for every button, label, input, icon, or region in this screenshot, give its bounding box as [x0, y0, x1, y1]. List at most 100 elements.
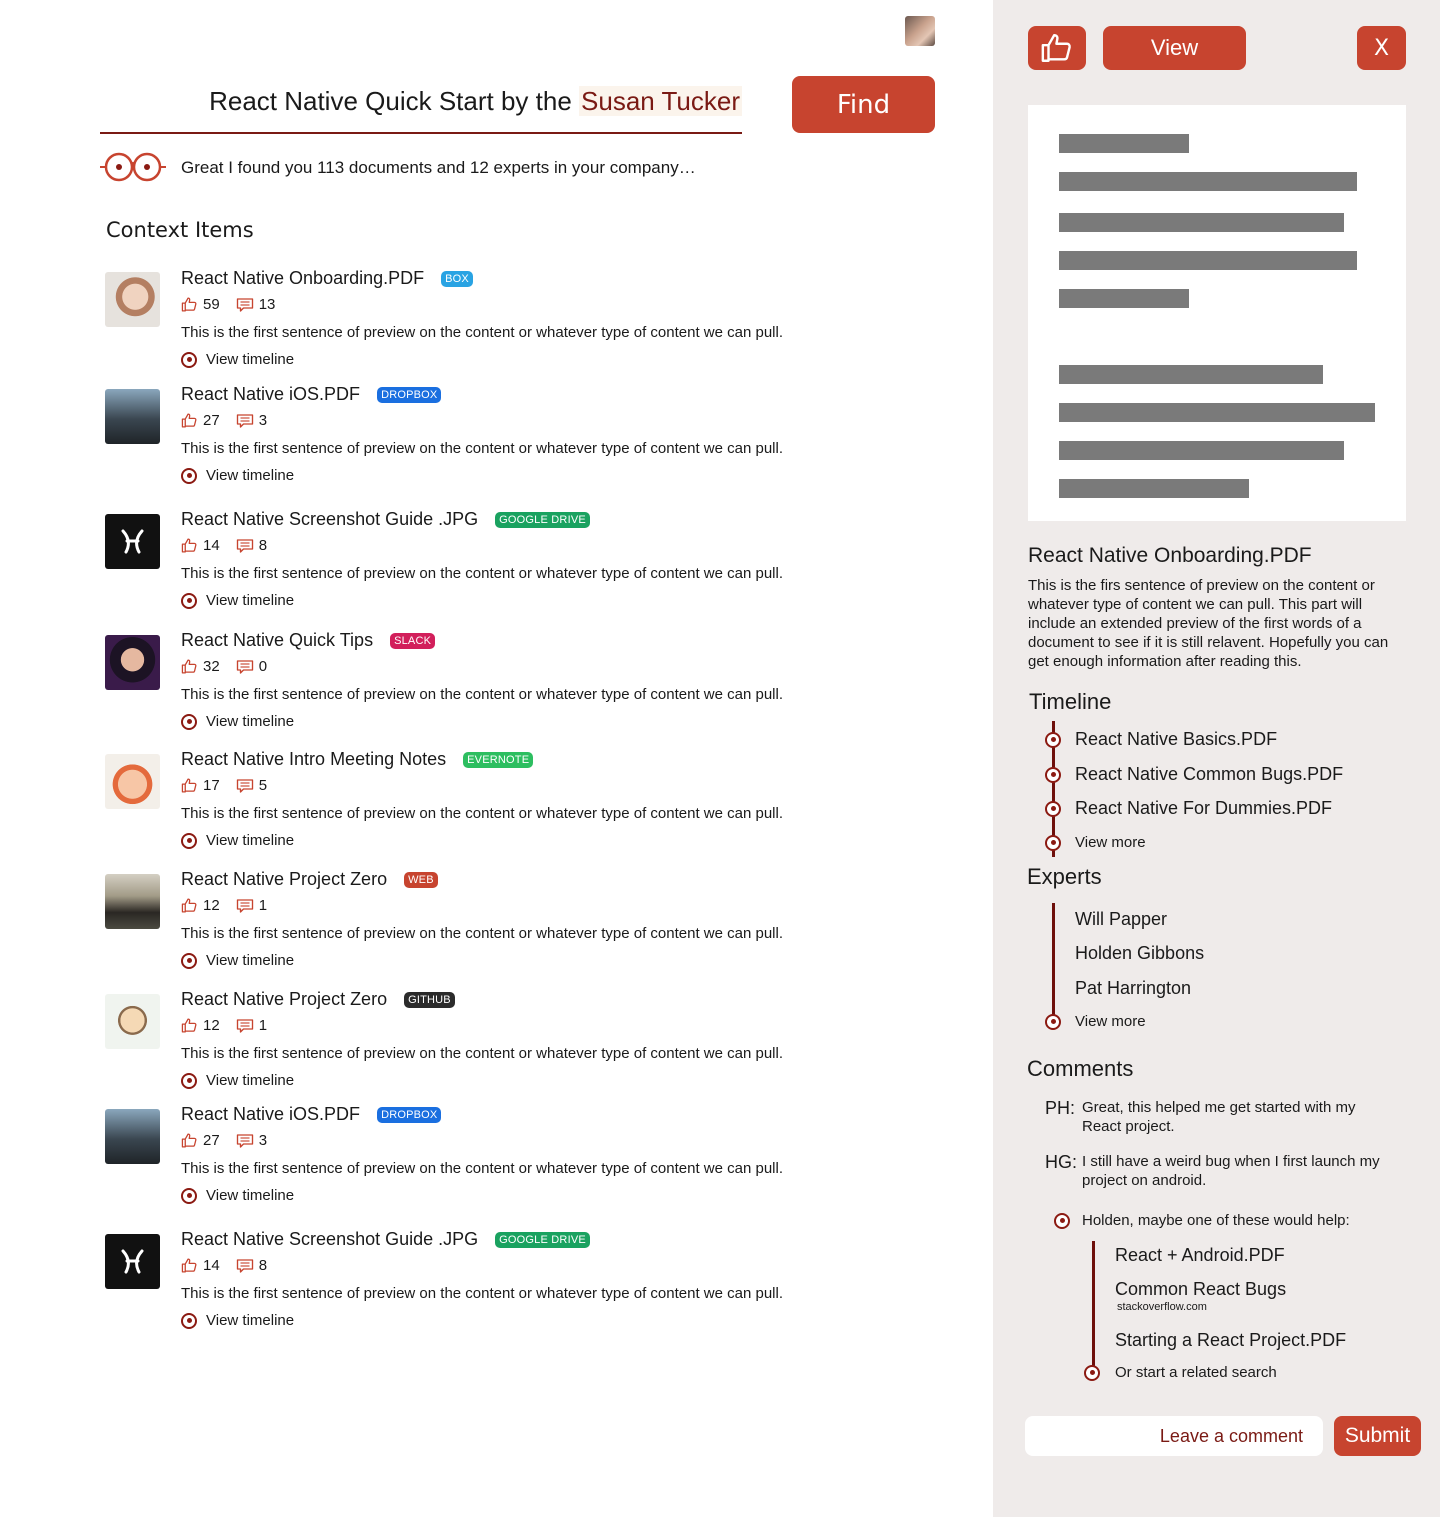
- view-timeline-label: View timeline: [206, 467, 295, 484]
- item-title[interactable]: React Native Onboarding.PDF: [181, 268, 424, 289]
- comment-input[interactable]: [1025, 1416, 1323, 1456]
- view-timeline-label: View timeline: [206, 351, 295, 368]
- context-item[interactable]: React Native Project Zero WEB 12 1 This is t…: [0, 869, 993, 981]
- expert-name[interactable]: Pat Harrington: [1075, 978, 1191, 999]
- view-timeline-link[interactable]: View timeline: [181, 1187, 294, 1204]
- context-item[interactable]: React Native Screenshot Guide .JPG GOOGLE…: [0, 1229, 993, 1341]
- item-title[interactable]: React Native iOS.PDF: [181, 1104, 360, 1125]
- item-preview-text: This is the first sentence of preview on…: [181, 805, 783, 822]
- item-title[interactable]: React Native Screenshot Guide .JPG: [181, 509, 478, 530]
- timeline-item[interactable]: React Native For Dummies.PDF: [1045, 798, 1332, 819]
- comment-count[interactable]: 5: [236, 777, 267, 794]
- close-button[interactable]: X: [1357, 26, 1406, 70]
- item-title[interactable]: React Native iOS.PDF: [181, 384, 360, 405]
- related-search-link[interactable]: Or start a related search: [1084, 1364, 1277, 1381]
- comment-count[interactable]: 3: [236, 412, 267, 429]
- suggestion-link[interactable]: Common React Bugs: [1115, 1279, 1286, 1300]
- view-timeline-link[interactable]: View timeline: [181, 592, 294, 609]
- related-search-label: Or start a related search: [1115, 1364, 1277, 1381]
- like-count[interactable]: 12: [181, 897, 220, 914]
- comment-count[interactable]: 0: [236, 658, 267, 675]
- comment-initials: PH:: [1045, 1098, 1076, 1118]
- query-highlight[interactable]: Susan Tucker: [579, 86, 742, 116]
- status-line: Great I found you 113 documents and 12 e…: [100, 152, 696, 182]
- preview-line: [1059, 289, 1189, 308]
- item-title[interactable]: React Native Project Zero: [181, 869, 387, 890]
- timeline-dot-icon: [1045, 766, 1061, 783]
- like-count[interactable]: 17: [181, 777, 220, 794]
- submit-button[interactable]: Submit: [1334, 1416, 1421, 1456]
- view-timeline-link[interactable]: View timeline: [181, 832, 294, 849]
- context-item[interactable]: React Native iOS.PDF DROPBOX 27 3 This is th…: [0, 1104, 993, 1216]
- like-count[interactable]: 32: [181, 658, 220, 675]
- view-more-label: View more: [1075, 834, 1146, 851]
- document-preview[interactable]: [1028, 105, 1406, 521]
- item-title[interactable]: React Native Project Zero: [181, 989, 387, 1010]
- context-item[interactable]: React Native Quick Tips SLACK 32 0 This is t…: [0, 630, 993, 742]
- context-item[interactable]: React Native Onboarding.PDF BOX 59 13 This i…: [0, 268, 993, 380]
- like-count-value: 27: [203, 412, 220, 429]
- search-query-field[interactable]: React Native Quick Start by the Susan Tu…: [100, 82, 742, 134]
- like-button[interactable]: [1028, 26, 1086, 70]
- suggestion-link[interactable]: React + Android.PDF: [1115, 1245, 1285, 1266]
- like-count-value: 12: [203, 1017, 220, 1034]
- view-timeline-link[interactable]: View timeline: [181, 952, 294, 969]
- item-preview-text: This is the first sentence of preview on…: [181, 565, 783, 582]
- view-timeline-label: View timeline: [206, 592, 295, 609]
- item-title[interactable]: React Native Screenshot Guide .JPG: [181, 1229, 478, 1250]
- comment-count[interactable]: 3: [236, 1132, 267, 1149]
- like-count[interactable]: 27: [181, 412, 220, 429]
- timeline-item[interactable]: React Native Common Bugs.PDF: [1045, 764, 1343, 785]
- item-title[interactable]: React Native Quick Tips: [181, 630, 373, 651]
- item-preview-text: This is the first sentence of preview on…: [181, 1045, 783, 1062]
- timeline-view-more[interactable]: View more: [1045, 834, 1146, 851]
- view-timeline-label: View timeline: [206, 1072, 295, 1089]
- item-title[interactable]: React Native Intro Meeting Notes: [181, 749, 446, 770]
- suggestion-link[interactable]: Starting a React Project.PDF: [1115, 1330, 1346, 1351]
- context-item[interactable]: React Native iOS.PDF DROPBOX 27 3 This is th…: [0, 384, 993, 496]
- comment-text: Great, this helped me get started with m…: [1082, 1099, 1356, 1135]
- like-count[interactable]: 14: [181, 1257, 220, 1274]
- item-thumbnail: [105, 874, 160, 929]
- expert-name[interactable]: Holden Gibbons: [1075, 943, 1204, 964]
- item-thumbnail: [105, 389, 160, 444]
- item-preview-text: This is the first sentence of preview on…: [181, 1285, 783, 1302]
- experts-view-more[interactable]: View more: [1045, 1013, 1146, 1030]
- view-timeline-link[interactable]: View timeline: [181, 713, 294, 730]
- view-more-label: View more: [1075, 1013, 1146, 1030]
- comment-icon: [236, 659, 253, 674]
- context-item[interactable]: React Native Intro Meeting Notes EVERNOTE…: [0, 749, 993, 861]
- view-timeline-link[interactable]: View timeline: [181, 1072, 294, 1089]
- comment-count[interactable]: 8: [236, 1257, 267, 1274]
- preview-line: [1059, 251, 1357, 270]
- comment-count[interactable]: 8: [236, 537, 267, 554]
- view-timeline-link[interactable]: View timeline: [181, 1312, 294, 1329]
- like-count-value: 12: [203, 897, 220, 914]
- context-item[interactable]: React Native Project Zero GITHUB 12 1 This i…: [0, 989, 993, 1101]
- comment-count[interactable]: 1: [236, 1017, 267, 1034]
- user-avatar[interactable]: [905, 16, 935, 46]
- like-count-value: 32: [203, 658, 220, 675]
- comment-count-value: 3: [258, 412, 268, 429]
- comment-count[interactable]: 13: [236, 296, 275, 313]
- thumbs-up-icon: [181, 898, 197, 913]
- comment-count-value: 5: [258, 777, 268, 794]
- source-badge: DROPBOX: [377, 386, 442, 403]
- like-count-value: 27: [203, 1132, 220, 1149]
- timeline-item[interactable]: React Native Basics.PDF: [1045, 729, 1277, 750]
- like-count[interactable]: 12: [181, 1017, 220, 1034]
- like-count[interactable]: 27: [181, 1132, 220, 1149]
- view-button[interactable]: View: [1103, 26, 1246, 70]
- expert-name[interactable]: Will Papper: [1075, 909, 1167, 930]
- comment-count[interactable]: 1: [236, 897, 267, 914]
- find-button[interactable]: Find: [792, 76, 935, 133]
- document-title: React Native Onboarding.PDF: [1028, 544, 1312, 567]
- thumbs-up-icon: [181, 1133, 197, 1148]
- like-count[interactable]: 59: [181, 296, 220, 313]
- view-timeline-link[interactable]: View timeline: [181, 467, 294, 484]
- thumbs-up-icon: [1041, 34, 1071, 62]
- timeline-dot-icon: [1045, 800, 1061, 817]
- context-item[interactable]: React Native Screenshot Guide .JPG GOOGLE…: [0, 509, 993, 621]
- like-count[interactable]: 14: [181, 537, 220, 554]
- view-timeline-link[interactable]: View timeline: [181, 351, 294, 368]
